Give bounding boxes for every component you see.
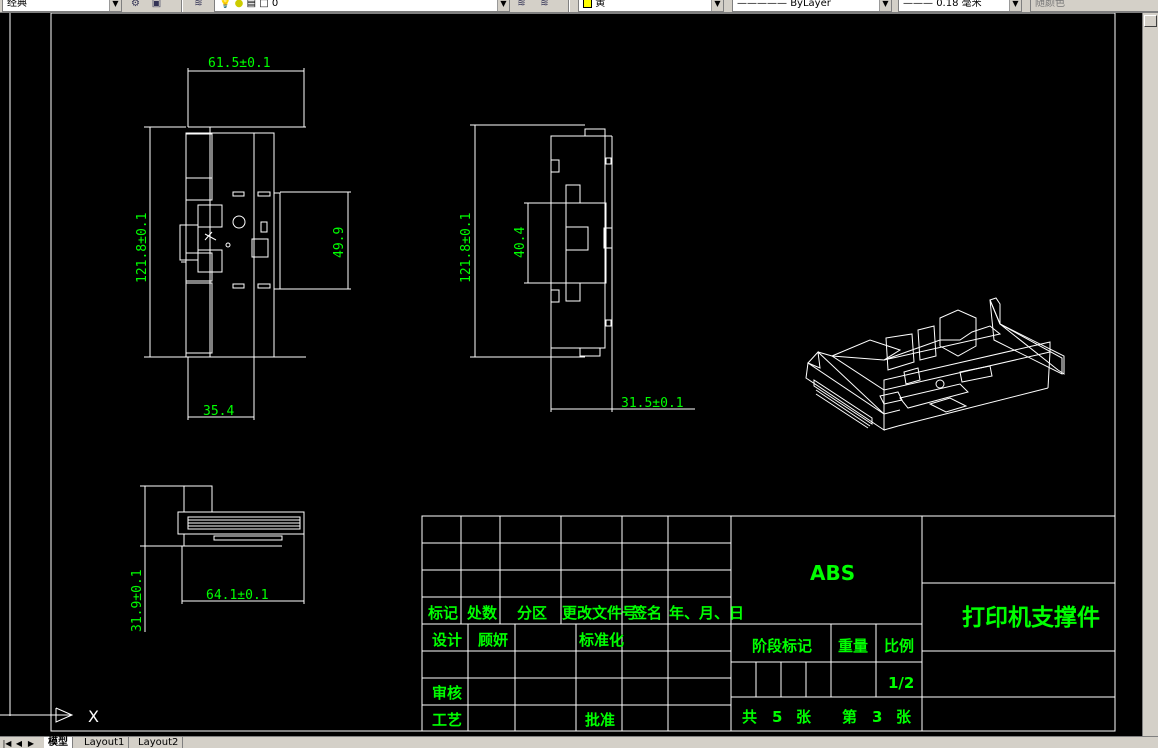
dim-front-bottom: 35.4 [203,404,234,419]
linetype-value: ByLayer [790,0,831,9]
tab-next-icon[interactable]: ▶ [26,738,36,748]
linetype-select[interactable]: ————— ByLayer ▼ [732,0,892,12]
lineweight-select[interactable]: ——— 0.18 毫米 ▼ [898,0,1022,12]
header-date: 年、月、日 [669,604,744,622]
process-label: 工艺 [432,711,462,729]
tab-first-icon[interactable]: |◀ [2,738,12,748]
line-sample: ————— [737,0,791,9]
tab-model[interactable]: 模型 [44,737,73,748]
header-mark: 标记 [427,604,458,622]
color-swatch-icon [583,0,592,8]
front-view [179,126,306,358]
lock-icon: ▤ [246,0,257,9]
approve-label: 批准 [585,711,615,729]
lightbulb-icon: 💡 [219,0,232,9]
scroll-thumb[interactable] [1144,15,1157,27]
color-name-value: 黄 [595,0,606,9]
toolbar-divider [181,0,183,12]
layer-state-icon[interactable]: ≋ [538,0,551,11]
workspace-style-select[interactable]: 经典 ▼ [2,0,122,12]
ucs-x-label: X [88,707,99,726]
vertical-scrollbar[interactable] [1142,13,1158,736]
layer-select[interactable]: 💡 ● ▤ □ 0 ▼ [214,0,510,12]
current-prefix: 第 [842,708,857,726]
sun-icon: ● [234,0,244,9]
total-unit: 张 [796,708,812,726]
review-label: 审核 [432,684,462,702]
dim-side-height: 121.8±0.1 [459,213,474,283]
current-unit: 张 [896,708,912,726]
ucs-icon [0,707,74,723]
part-name: 打印机支撑件 [962,604,1100,631]
drawing-svg: 61.5±0.1 121.8±0.1 49.9 35.4 121.8±0.1 4… [0,13,1116,732]
plotstyle-select[interactable]: 随颜色 [1030,0,1158,12]
standard-label: 标准化 [578,631,624,649]
toolbar-icon[interactable]: ▣ [150,0,163,11]
header-signature: 签名 [631,604,662,622]
chevron-down-icon: ▼ [879,0,891,11]
dim-top-width: 61.5±0.1 [208,56,271,71]
scale-value: 1/2 [888,674,914,692]
lineweight-value: 0.18 毫米 [936,0,982,9]
tab-prev-icon[interactable]: ◀ [14,738,24,748]
layout-tabs-bar: |◀ ◀ ▶ 模型 Layout1 Layout2 [0,736,1158,748]
dim-bottom-height: 31.9±0.1 [130,569,145,632]
scale-label: 比例 [884,637,914,655]
chevron-down-icon: ▼ [711,0,723,11]
drawing-border [9,13,1116,732]
dim-front-height: 121.8±0.1 [135,213,150,283]
dim-front-inner: 49.9 [332,227,347,258]
weight-label: 重量 [838,637,868,655]
workspace-style-value: 经典 [7,0,27,9]
chevron-down-icon: ▼ [497,0,509,11]
total-prefix: 共 [742,708,757,726]
tab-layout2[interactable]: Layout2 [134,737,184,748]
layer-name-value: 0 [271,0,279,9]
header-zone: 分区 [517,604,547,622]
layer-previous-icon[interactable]: ≋ [515,0,528,11]
header-count: 处数 [466,604,498,622]
toolbar-divider [568,0,570,12]
total-sheets: 5 [772,708,782,726]
dim-bottom-width: 64.1±0.1 [206,588,269,603]
dim-side-inner: 40.4 [513,227,528,258]
drawing-canvas[interactable]: 61.5±0.1 121.8±0.1 49.9 35.4 121.8±0.1 4… [0,13,1158,736]
front-dimensions [144,68,351,420]
chevron-down-icon: ▼ [1009,0,1021,11]
color-square-icon: □ [259,0,269,9]
color-select[interactable]: 黄 ▼ [578,0,724,12]
chevron-down-icon: ▼ [109,0,121,11]
layer-manager-icon[interactable]: ≋ [192,0,205,11]
properties-toolbar: 经典 ▼ ⚙ ▣ ≋ 💡 ● ▤ □ 0 ▼ ≋ ≋ 黄 ▼ ————— ByL… [0,0,1158,13]
workspace-settings-icon[interactable]: ⚙ [129,0,142,11]
dim-side-bottom: 31.5±0.1 [621,396,684,411]
tab-layout1[interactable]: Layout1 [80,737,130,748]
line-sample: ——— [903,0,937,9]
design-label: 设计 [432,631,462,649]
plotstyle-value: 随颜色 [1035,0,1065,9]
designer-name: 顾妍 [478,631,508,649]
bottom-view [177,485,305,547]
current-sheet: 3 [872,708,882,726]
side-dimensions [470,124,695,412]
header-change-doc: 更改文件号 [562,604,637,622]
material-label: ABS [810,561,855,585]
bottom-dimensions [140,485,305,632]
stage-label: 阶段标记 [752,637,812,655]
isometric-view [805,297,1065,431]
side-view [550,128,613,357]
